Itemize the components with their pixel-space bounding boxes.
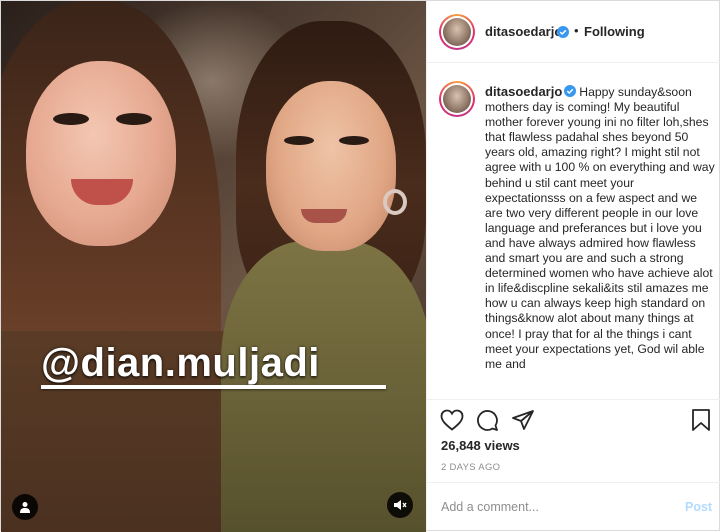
person-left-eye [116, 113, 152, 125]
person-left-face [26, 61, 176, 246]
sound-toggle-button[interactable] [387, 492, 413, 518]
avatar[interactable] [439, 81, 475, 117]
share-button[interactable] [510, 407, 536, 433]
comment-bubble-icon [477, 410, 498, 431]
post-comment-button[interactable]: Post [685, 500, 712, 514]
post-date[interactable]: 2 DAYS AGO [441, 462, 500, 473]
verified-badge-icon [564, 85, 577, 97]
comment-bar: Add a comment... Post [427, 482, 720, 532]
mention-sticker[interactable]: @dian.muljadi [41, 341, 320, 386]
post-caption: ditasoedarjo Happy sunday&soon mothers d… [485, 84, 715, 372]
person-right-eye [339, 136, 369, 145]
person-right-mouth [301, 209, 347, 223]
save-button[interactable] [688, 407, 714, 433]
action-bar [427, 405, 720, 435]
earring [383, 189, 407, 215]
avatar[interactable] [439, 14, 475, 50]
comment-input[interactable]: Add a comment... [441, 500, 539, 514]
paper-plane-icon [512, 410, 534, 430]
bookmark-icon [692, 409, 710, 431]
person-right-eye [284, 136, 314, 145]
mention-underline [41, 385, 386, 389]
post-header: ditasoedarjo • Following [427, 1, 720, 63]
caption-text: Happy sunday&soon mothers day is coming!… [485, 85, 715, 371]
divider [427, 399, 720, 400]
comment-button[interactable] [474, 407, 500, 433]
tagged-users-button[interactable] [12, 494, 38, 520]
like-button[interactable] [439, 407, 465, 433]
heart-icon [440, 409, 464, 431]
caption-username-link[interactable]: ditasoedarjo [485, 84, 562, 99]
post-video[interactable]: @dian.muljadi [1, 1, 426, 532]
post-details-panel: ditasoedarjo • Following ditasoedarjo Ha… [426, 1, 720, 532]
username-link[interactable]: ditasoedarjo [485, 24, 562, 39]
separator-dot: • [574, 23, 579, 38]
instagram-post-modal: @dian.muljadi ditasoedarjo • Following d… [0, 0, 720, 532]
user-icon [20, 502, 30, 513]
view-count[interactable]: 26,848 views [441, 438, 520, 453]
following-button[interactable]: Following [584, 24, 645, 39]
verified-badge-icon [557, 26, 569, 38]
person-right-face [266, 81, 396, 251]
speaker-muted-icon [394, 500, 407, 510]
person-left-eye [53, 113, 89, 125]
comments-section[interactable]: ditasoedarjo Happy sunday&soon mothers d… [427, 63, 720, 399]
